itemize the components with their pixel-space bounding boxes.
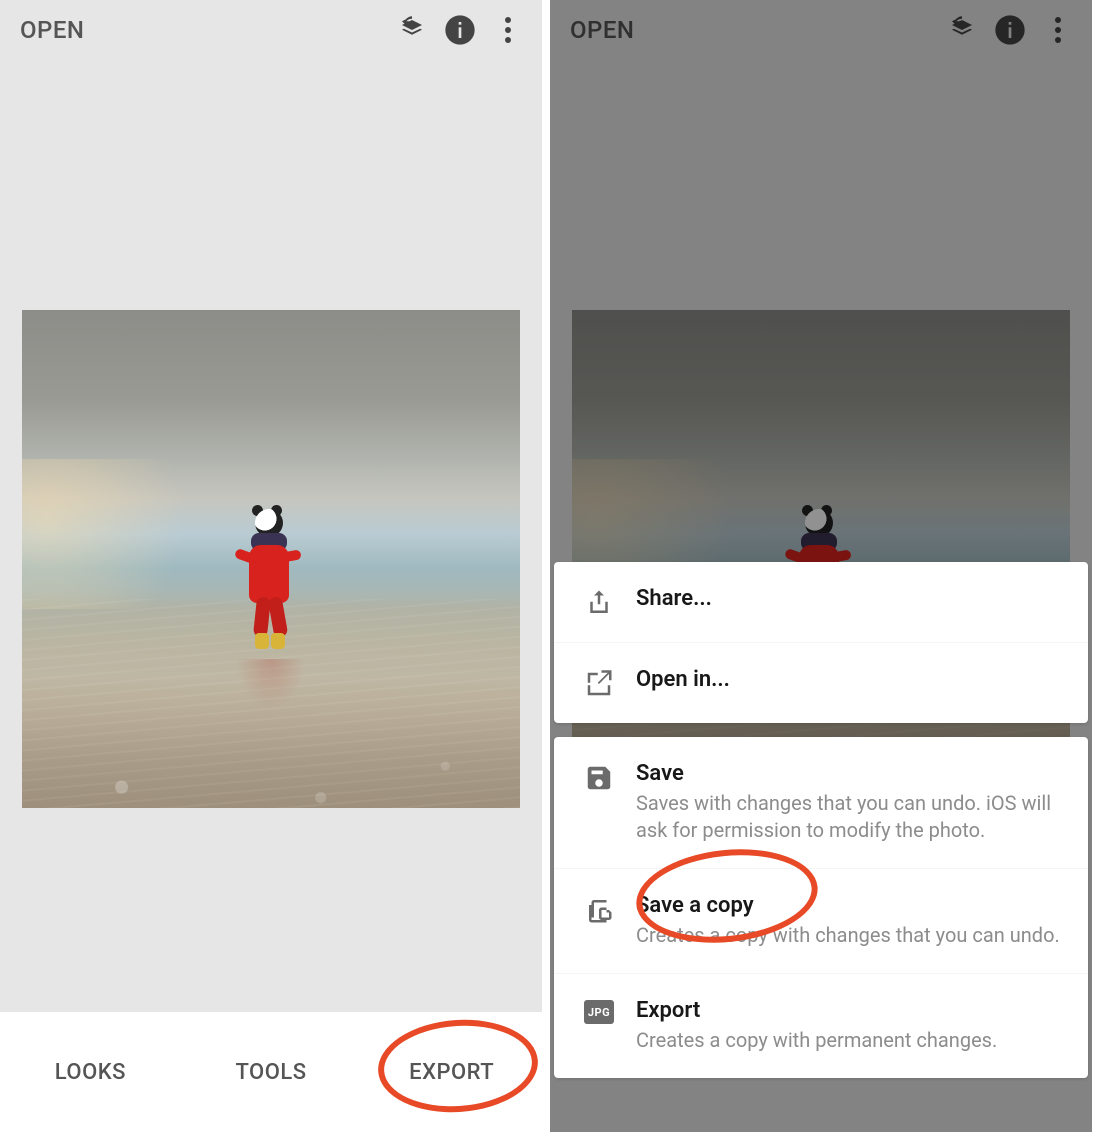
share-icon xyxy=(574,586,624,618)
save-copy-icon xyxy=(574,893,624,925)
jpg-badge-icon: JPG xyxy=(574,998,624,1024)
photo-subject xyxy=(241,509,299,659)
save-title: Save xyxy=(636,761,1068,786)
open-button[interactable]: OPEN xyxy=(570,16,634,44)
sheet-item-save-copy[interactable]: Save a copy Creates a copy with changes … xyxy=(554,869,1088,974)
app-header: OPEN xyxy=(550,0,1092,60)
save-icon xyxy=(574,761,624,793)
tab-looks[interactable]: LOOKS xyxy=(0,1060,181,1085)
more-icon[interactable] xyxy=(484,6,532,54)
tab-export[interactable]: EXPORT xyxy=(361,1060,542,1085)
more-icon[interactable] xyxy=(1034,6,1082,54)
edited-photo[interactable] xyxy=(22,310,520,808)
sheet-item-export[interactable]: JPG Export Creates a copy with permanent… xyxy=(554,974,1088,1078)
tab-tools[interactable]: TOOLS xyxy=(181,1060,362,1085)
info-icon[interactable] xyxy=(986,6,1034,54)
save-copy-title: Save a copy xyxy=(636,893,1068,918)
layers-undo-icon[interactable] xyxy=(938,6,986,54)
layers-undo-icon[interactable] xyxy=(388,6,436,54)
screenshot-left: OPEN xyxy=(0,0,542,1132)
bottom-tabs: LOOKS TOOLS EXPORT xyxy=(0,1012,542,1132)
info-icon[interactable] xyxy=(436,6,484,54)
open-button[interactable]: OPEN xyxy=(20,16,84,44)
save-subtitle: Saves with changes that you can undo. iO… xyxy=(636,790,1068,844)
screenshot-right: OPEN xyxy=(550,0,1092,1132)
sheet-item-open-in[interactable]: Open in... xyxy=(554,643,1088,723)
sheet-item-share[interactable]: Share... xyxy=(554,562,1088,643)
export-title: Export xyxy=(636,998,1068,1023)
app-header: OPEN xyxy=(0,0,542,60)
share-title: Share... xyxy=(636,586,1068,611)
export-subtitle: Creates a copy with permanent changes. xyxy=(636,1027,1068,1054)
open-in-icon xyxy=(574,667,624,699)
save-copy-subtitle: Creates a copy with changes that you can… xyxy=(636,922,1068,949)
open-in-title: Open in... xyxy=(636,667,1068,692)
export-sheet: Share... Open in... Save Saves wit xyxy=(550,562,1092,1078)
canvas-area xyxy=(0,60,542,1012)
sheet-item-save[interactable]: Save Saves with changes that you can und… xyxy=(554,737,1088,869)
